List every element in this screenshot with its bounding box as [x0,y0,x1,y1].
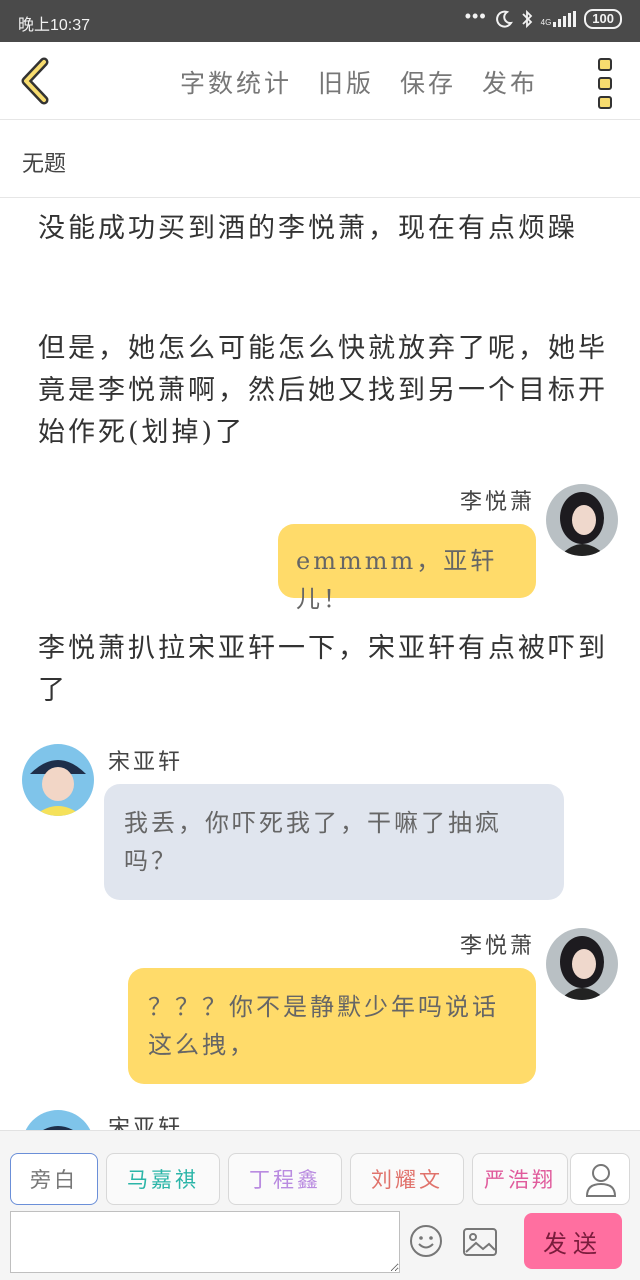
message-text: emmmm，亚轩儿！ [296,547,498,613]
header-actions: 字数统计 旧版 保存 发布 [180,64,538,100]
narration-block: 但是，她怎么可能怎么快就放弃了呢，她毕竟是李悦萧啊，然后她又找到另一个目标开始作… [38,333,608,448]
bluetooth-icon [521,9,532,29]
role-button-narrator[interactable]: 旁白 [10,1153,98,1205]
narration-block: 李悦萧扒拉宋亚轩一下，宋亚轩有点被吓到了 [38,633,608,706]
status-icons: ••• 4G 100 [464,5,622,29]
role-label: 刘耀文 [371,1168,443,1192]
back-button[interactable] [14,56,58,106]
more-menu-button[interactable] [598,58,612,109]
speaker-name: 李悦萧 [460,490,536,515]
save-button[interactable]: 保存 [400,64,456,100]
do-not-disturb-moon-icon [495,10,513,28]
message-text: ？？？你不是静默少年吗说话这么拽， [148,993,499,1059]
old-version-button[interactable]: 旧版 [318,64,374,100]
battery-icon: 100 [584,9,622,29]
add-role-button[interactable] [570,1153,630,1205]
publish-button[interactable]: 发布 [482,64,538,100]
role-button-ma-jiaqi[interactable]: 马嘉祺 [106,1153,220,1205]
role-button-ding-chengxin[interactable]: 丁程鑫 [228,1153,342,1205]
avatar[interactable] [546,928,618,1000]
battery-level: 100 [592,11,614,26]
avatar[interactable] [22,744,94,816]
image-icon [463,1228,497,1256]
message-text: 我丢，你吓死我了，干嘛了抽疯吗？ [124,809,502,875]
avatar[interactable] [546,484,618,556]
chevron-left-icon [21,57,49,105]
role-label: 马嘉祺 [127,1168,199,1192]
send-button[interactable]: 发送 [524,1213,622,1269]
message-bubble[interactable]: ？？？你不是静默少年吗说话这么拽， [128,968,536,1084]
role-label: 严浩翔 [484,1168,556,1192]
smiley-icon [410,1225,442,1257]
story-title[interactable]: 无题 [22,146,66,178]
menu-dot-icon [598,96,612,109]
composer-panel: 旁白 马嘉祺 丁程鑫 刘耀文 严浩翔 发送 [0,1130,640,1280]
message-bubble[interactable]: emmmm，亚轩儿！ [278,524,536,613]
role-label: 丁程鑫 [249,1168,321,1192]
speaker-name: 宋亚轩 [108,750,184,775]
message-bubble[interactable]: 我丢，你吓死我了，干嘛了抽疯吗？ [104,784,564,900]
more-notifications-icon: ••• [464,5,487,26]
editor-header: 字数统计 旧版 保存 发布 [0,42,640,120]
role-button-liu-yaowen[interactable]: 刘耀文 [350,1153,464,1205]
menu-dot-icon [598,77,612,90]
status-time: 晚上10:37 [18,17,91,34]
network-type-label: 4G [540,18,552,27]
signal-icon: 4G [541,11,577,27]
role-button-yan-haoxiang[interactable]: 严浩翔 [472,1153,568,1205]
user-icon [585,1164,617,1197]
title-bar[interactable]: 无题 [0,120,640,198]
menu-dot-icon [598,58,612,71]
narration-block: 没能成功买到酒的李悦萧，现在有点烦躁 [38,213,578,244]
message-input[interactable] [10,1211,400,1273]
send-label: 发送 [543,1229,603,1258]
role-label: 旁白 [30,1168,78,1192]
insert-image-button[interactable] [462,1225,498,1259]
emoji-button[interactable] [408,1223,444,1259]
word-count-button[interactable]: 字数统计 [180,64,292,100]
status-bar: 晚上10:37 ••• 4G 100 [0,0,640,42]
speaker-name: 李悦萧 [460,934,536,959]
